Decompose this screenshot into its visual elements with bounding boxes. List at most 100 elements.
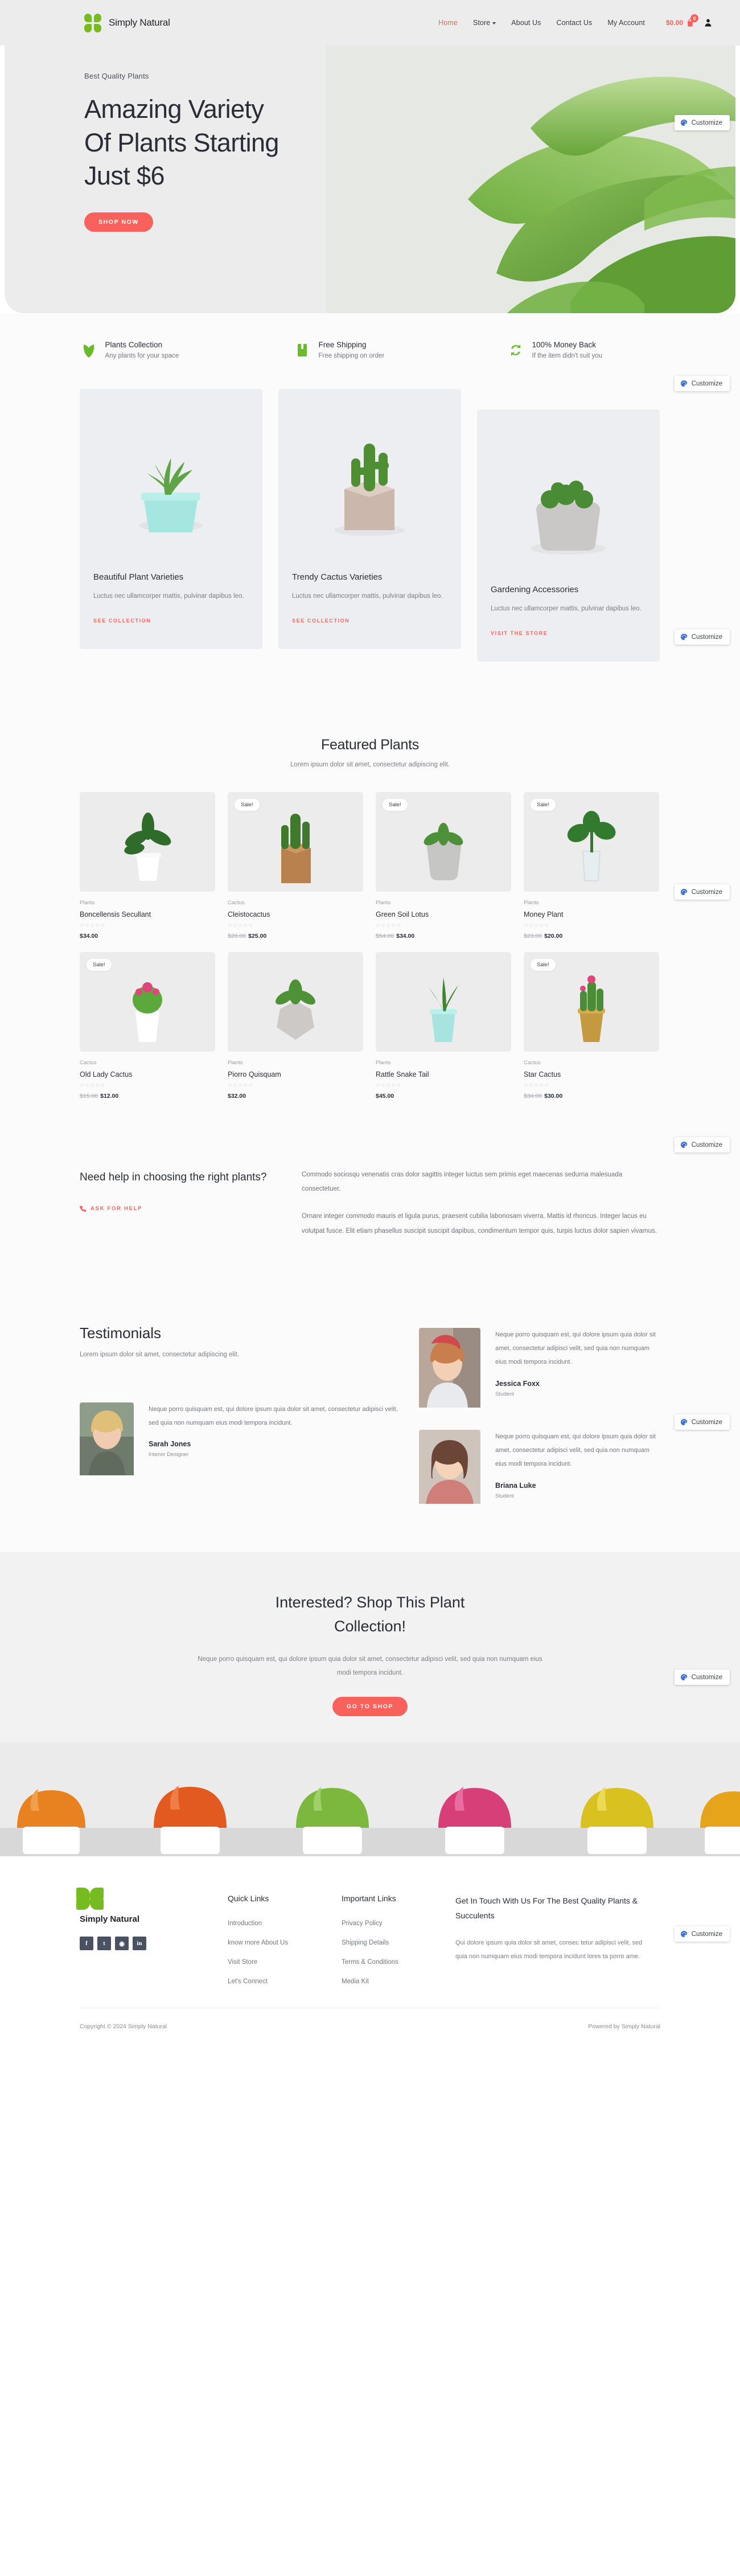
customize-chip-cta[interactable]: Customize (674, 1926, 730, 1942)
testimonial-avatar (80, 1402, 134, 1478)
nav-item-home[interactable]: Home (438, 19, 458, 27)
product-card[interactable]: Sale! Plants Green Soil Lotus ☆☆☆☆☆ $54.… (376, 791, 511, 940)
category-card-plants[interactable]: Beautiful Plant Varieties Luctus nec ull… (80, 389, 262, 649)
help-paragraph-2: Ornare integer commodo mauris et ligula … (302, 1213, 657, 1235)
category-card-cactus[interactable]: Trendy Cactus Varieties Luctus nec ullam… (278, 389, 461, 649)
footer-contact-title: Get In Touch With Us For The Best Qualit… (455, 1896, 638, 1920)
customize-chip-testimonials[interactable]: Customize (674, 1670, 730, 1685)
testimonial-role: Student (495, 1492, 514, 1499)
feature-subtitle: If the item didn't suit you (532, 352, 603, 359)
cta-title: Interested? Shop This Plant Collection! (0, 1591, 740, 1639)
testimonials-title: Testimonials (80, 1324, 162, 1342)
product-category: Cactus (228, 899, 245, 906)
footer-link-media-kit[interactable]: Media Kit (342, 1978, 369, 1985)
category-link[interactable]: VISIT THE STORE (491, 630, 548, 636)
product-image: Sale! (80, 951, 215, 1052)
product-card[interactable]: Sale! Cactus Cleistocactus ☆☆☆☆☆ $28.00 $… (228, 791, 363, 940)
go-to-shop-button[interactable]: GO TO SHOP (332, 1697, 408, 1717)
nav-item-contact-us[interactable]: Contact Us (557, 19, 593, 27)
twitter-icon[interactable]: t (97, 1937, 111, 1951)
palette-icon (680, 633, 687, 641)
linkedin-icon[interactable]: in (133, 1937, 146, 1951)
customize-chip-featured[interactable]: Customize (674, 884, 730, 900)
product-image: Sale! (524, 791, 659, 892)
customize-chip-accessories[interactable]: Customize (674, 629, 730, 645)
product-price-current: $32.00 (228, 1092, 246, 1100)
footer-link-shipping-details[interactable]: Shipping Details (342, 1939, 389, 1946)
feature-title: Free Shipping (318, 341, 367, 349)
category-image (477, 409, 660, 572)
ask-for-help-cta[interactable]: ASK FOR HELP (80, 1205, 268, 1212)
cta-section: Interested? Shop This Plant Collection! … (0, 1552, 740, 1857)
account-avatar-icon[interactable] (704, 18, 713, 27)
category-desc: Luctus nec ullamcorper mattis, pulvinar … (93, 593, 244, 600)
product-card[interactable]: Plants Piorro Quisquam ☆☆☆☆☆ $32.00 (228, 951, 363, 1100)
list-item: Privacy Policy (342, 1918, 455, 1928)
product-price-current: $25.00 (248, 932, 267, 940)
palette-icon (680, 1930, 687, 1938)
footer-link-privacy-policy[interactable]: Privacy Policy (342, 1920, 383, 1927)
hero-eyebrow: Best Quality Plants (84, 72, 149, 80)
product-rating-stars: ☆☆☆☆☆ (80, 922, 106, 929)
category-card-accessories[interactable]: Gardening Accessories Luctus nec ullamco… (477, 409, 660, 662)
footer-link-visit-store[interactable]: Visit Store (228, 1959, 257, 1966)
footer-quick-links: Quick Links Introduction know more About… (228, 1894, 342, 1995)
cart-button[interactable]: $0.00 0 (666, 14, 713, 27)
cta-title-line-2: Collection! (334, 1617, 406, 1635)
product-name: Old Lady Cactus (80, 1070, 133, 1078)
nav-item-store[interactable]: Store (473, 19, 496, 27)
nav-item-my-account[interactable]: My Account (607, 19, 645, 27)
footer-link-terms-conditions[interactable]: Terms & Conditions (342, 1959, 398, 1966)
feature-money-back: 100% Money Back If the item didn't suit … (508, 341, 659, 359)
nav-label: Store (472, 19, 491, 27)
clover-logo-icon (84, 13, 101, 32)
sale-badge: Sale! (531, 958, 556, 971)
product-card[interactable]: Sale! Cactus Star Cactus ☆☆☆☆☆ $34.00 $30… (524, 951, 659, 1100)
powered-by-text: Powered by Simply Natural (588, 2023, 660, 2031)
customize-chip-products-row2[interactable]: Customize (674, 1137, 730, 1152)
nav-item-about-us[interactable]: About Us (511, 19, 541, 27)
product-price: $34.00 $30.00 (524, 1093, 659, 1100)
footer-column-title: Important Links (342, 1894, 396, 1904)
product-card[interactable]: Plants Rattle Snake Tail ☆☆☆☆☆ $45.00 (376, 951, 511, 1100)
product-price-old: $23.00 (524, 932, 542, 940)
customize-label: Customize (691, 1930, 722, 1938)
site-footer: Simply Natural f t ◉ in Quick Links Intr… (0, 1856, 740, 2070)
instagram-icon[interactable]: ◉ (115, 1937, 129, 1951)
footer-link-lets-connect[interactable]: Let's Connect (228, 1978, 268, 1985)
product-rating-stars: ☆☆☆☆☆ (524, 1082, 550, 1089)
product-rating-stars: ☆☆☆☆☆ (376, 1082, 402, 1089)
category-link[interactable]: SEE COLLECTION (93, 618, 151, 624)
featured-plants-section: Featured Plants Lorem ipsum dolor sit am… (0, 713, 740, 1111)
ask-for-help-link[interactable]: ASK FOR HELP (91, 1205, 142, 1212)
featured-title: Featured Plants (321, 736, 419, 753)
product-name: Money Plant (524, 910, 564, 918)
nav-label: My Account (607, 19, 645, 27)
customize-chip-hero[interactable]: Customize (674, 115, 730, 130)
product-card[interactable]: Plants Boncellensis Secullant ☆☆☆☆☆ $34.… (80, 791, 215, 940)
brand-logo[interactable]: Simply Natural (84, 13, 170, 32)
product-card[interactable]: Sale! Cactus Old Lady Cactus ☆☆☆☆☆ $15.0… (80, 951, 215, 1100)
customize-chip-categories[interactable]: Customize (674, 376, 730, 391)
product-image (80, 791, 215, 892)
customize-chip-help[interactable]: Customize (674, 1414, 730, 1430)
footer-link-about-us[interactable]: know more About Us (228, 1939, 288, 1946)
footer-link-introduction[interactable]: Introduction (228, 1920, 262, 1927)
feature-subtitle: Any plants for your space (105, 352, 179, 359)
testimonial-name: Briana Luke (495, 1481, 536, 1490)
customize-label: Customize (691, 1418, 722, 1426)
product-image: Sale! (524, 951, 659, 1052)
category-link[interactable]: SEE COLLECTION (292, 618, 350, 624)
palette-icon (680, 888, 687, 896)
feature-title: 100% Money Back (532, 341, 597, 349)
product-rating-stars: ☆☆☆☆☆ (80, 1082, 106, 1089)
product-name: Boncellensis Secullant (80, 910, 151, 918)
facebook-icon[interactable]: f (80, 1937, 93, 1951)
footer-column-title: Quick Links (228, 1894, 269, 1904)
shop-now-button[interactable]: SHOP NOW (84, 212, 153, 232)
sale-badge: Sale! (531, 798, 556, 811)
product-rating-stars: ☆☆☆☆☆ (228, 922, 254, 929)
list-item: know more About Us (228, 1937, 342, 1947)
help-paragraph-1: Commodo sociosqu venenatis cras dolor sa… (302, 1171, 623, 1193)
product-card[interactable]: Sale! Plants Money Plant ☆☆☆☆☆ $23.00 $20… (524, 791, 659, 940)
